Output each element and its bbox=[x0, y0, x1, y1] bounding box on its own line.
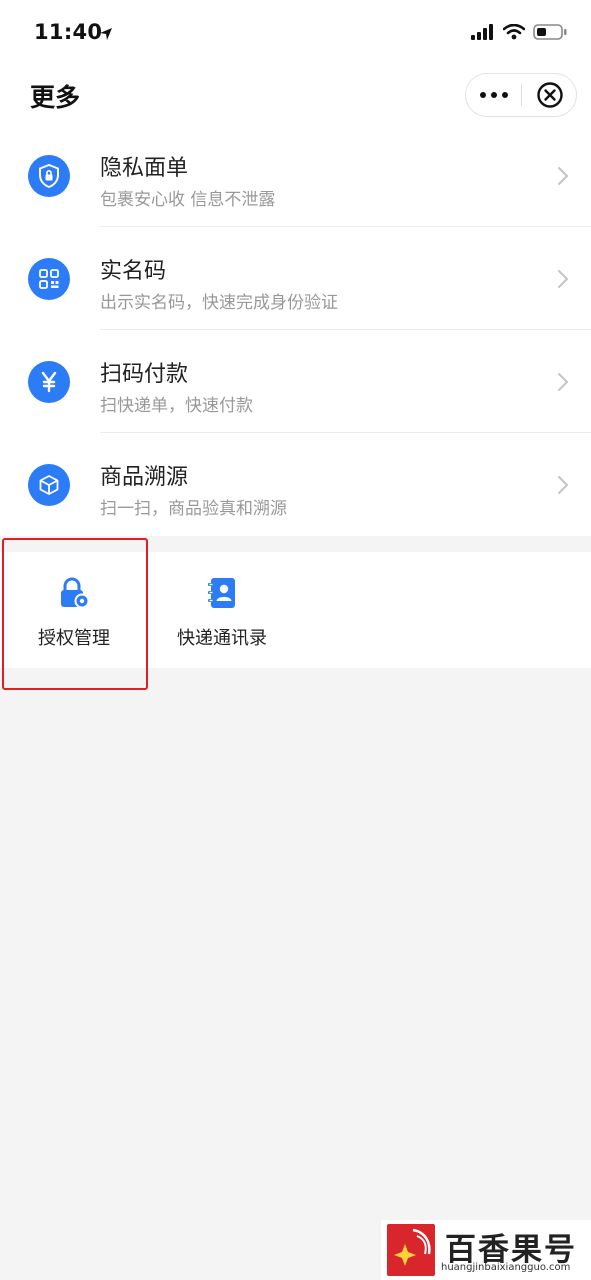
chevron-right-icon bbox=[558, 476, 568, 494]
signal-icon bbox=[471, 24, 493, 40]
star-logo-icon bbox=[394, 1228, 431, 1266]
nav-bar: 更多 bbox=[0, 70, 591, 124]
grid-item-contact-book[interactable]: 快递通讯录 bbox=[148, 552, 296, 668]
chevron-right-icon bbox=[558, 373, 568, 391]
contact-book-icon bbox=[208, 578, 235, 608]
status-icons bbox=[471, 24, 567, 40]
close-circle-icon bbox=[537, 82, 563, 108]
more-button[interactable] bbox=[466, 74, 522, 116]
status-bar: 11:40 bbox=[0, 0, 591, 70]
location-arrow-icon bbox=[100, 28, 112, 40]
list-item-icon-badge bbox=[28, 361, 70, 403]
list-item-icon-badge bbox=[28, 258, 70, 300]
dot-icon bbox=[491, 92, 497, 98]
close-button[interactable] bbox=[523, 74, 577, 116]
list-item-title: 隐私面单 bbox=[100, 156, 189, 181]
watermark-url: huangjinbaixiangguo.com bbox=[441, 1262, 571, 1273]
list-item-title: 扫码付款 bbox=[100, 362, 189, 387]
list-item-icon-badge bbox=[28, 155, 70, 197]
highlight-annotation bbox=[2, 538, 148, 690]
list-item-title: 实名码 bbox=[100, 259, 167, 284]
capsule-divider bbox=[521, 84, 522, 106]
watermark-logo bbox=[387, 1224, 435, 1276]
list-item-subtitle: 扫一扫，商品验真和溯源 bbox=[100, 499, 287, 519]
grid-item-label: 快递通讯录 bbox=[177, 628, 267, 649]
list-item-scan-pay[interactable]: 扫码付款 扫快递单，快速付款 bbox=[0, 330, 591, 433]
watermark: 百香果号 huangjinbaixiangguo.com bbox=[381, 1220, 591, 1280]
battery-icon bbox=[533, 24, 567, 40]
page-title: 更多 bbox=[30, 83, 81, 112]
chevron-right-icon bbox=[558, 270, 568, 288]
wifi-icon bbox=[503, 24, 525, 40]
status-time: 11:40 bbox=[34, 20, 103, 44]
qr-code-icon bbox=[39, 269, 59, 289]
dot-icon bbox=[480, 92, 486, 98]
yuan-icon bbox=[41, 371, 57, 393]
lock-shield-icon bbox=[39, 163, 59, 189]
list-item-subtitle: 扫快递单，快速付款 bbox=[100, 396, 253, 416]
grid-icon-wrap bbox=[205, 576, 239, 610]
mini-program-capsule bbox=[465, 73, 577, 117]
list-item-icon-badge bbox=[28, 464, 70, 506]
list-item-real-name-code[interactable]: 实名码 出示实名码，快速完成身份验证 bbox=[0, 227, 591, 330]
list-item-title: 商品溯源 bbox=[100, 465, 189, 490]
list-item-privacy-waybill[interactable]: 隐私面单 包裹安心收 信息不泄露 bbox=[0, 124, 591, 227]
dot-icon bbox=[502, 92, 508, 98]
service-list: 隐私面单 包裹安心收 信息不泄露 实名码 出示实名码，快速完成身份验证 扫码付款… bbox=[0, 124, 591, 536]
chevron-right-icon bbox=[558, 167, 568, 185]
box-icon bbox=[39, 475, 59, 495]
list-item-subtitle: 包裹安心收 信息不泄露 bbox=[100, 190, 276, 210]
list-item-product-trace[interactable]: 商品溯源 扫一扫，商品验真和溯源 bbox=[0, 433, 591, 536]
list-item-subtitle: 出示实名码，快速完成身份验证 bbox=[100, 293, 338, 313]
